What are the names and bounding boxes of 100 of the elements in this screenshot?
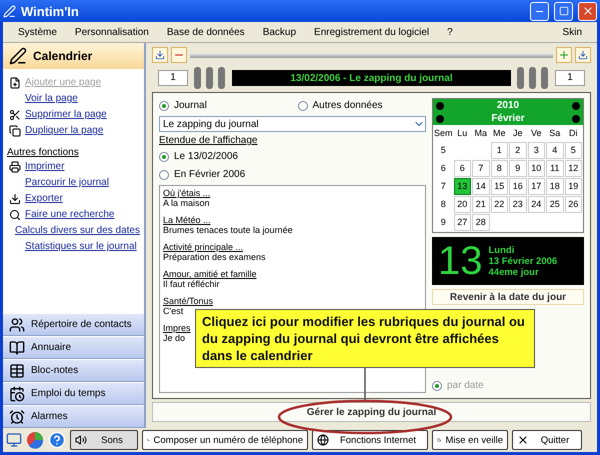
sidebar-link[interactable]: Exporter [25,193,63,204]
taskbar-button[interactable]: Mise en veille [432,430,508,450]
sidebar-link[interactable]: Supprimer la page [25,109,107,120]
calendar-day[interactable]: 5 [564,142,582,159]
menu-item[interactable]: ? [438,26,462,38]
manage-button[interactable]: Gérer le zapping du journal [152,402,591,422]
calendar-day[interactable]: 11 [546,160,564,177]
sidebar-link[interactable]: Dupliquer la page [25,125,104,136]
entry-heading: Où j'étais ... [163,188,210,198]
radio-option[interactable]: En Février 2006 [159,167,426,182]
nav-button[interactable]: Alarmes [3,405,144,428]
nav-icon [9,386,25,402]
entry-text: Il faut réfléchir [163,279,220,289]
week-number: 8 [440,198,447,211]
week-number: 5 [440,144,447,157]
calendar-day[interactable]: 15 [490,178,508,195]
link-icon [8,124,20,136]
pen-icon [9,47,27,65]
weekday: Lundi [488,244,516,256]
link-icon [8,108,20,120]
weekday-header: Sem [434,127,453,140]
link-icon [8,76,20,88]
page-number: 1 [158,70,188,86]
link-icon [8,160,20,172]
speaker-icon [75,434,87,446]
calendar-day[interactable]: 16 [509,178,526,195]
calendar-day[interactable]: 24 [528,196,545,213]
calendar-day[interactable]: 14 [472,178,490,195]
binder-rings-drawing [192,67,228,89]
entry-text: Brumes tenaces toute la journée [163,225,293,235]
refresh-button[interactable] [575,47,591,63]
calendar-day[interactable]: 2 [509,142,526,159]
sidebar-title: Calendrier [33,49,92,63]
maximize-button[interactable] [554,2,573,20]
sidebar-link[interactable]: Voir la page [25,93,78,104]
calendar-day[interactable]: 22 [490,196,508,213]
sidebar-link[interactable]: Calculs divers sur des dates [14,225,140,236]
calendar-day[interactable]: 17 [528,178,545,195]
calendar-day[interactable]: 6 [454,160,471,177]
calendar-day[interactable]: 23 [509,196,526,213]
calendar-day[interactable]: 25 [546,196,564,213]
minimize-button[interactable] [530,2,549,20]
app-icon [3,4,16,18]
remove-button[interactable] [171,47,187,63]
close-icon [582,5,594,17]
today-button[interactable]: Revenir à la date du jour [432,289,584,305]
calendar-day[interactable]: 28 [472,214,490,231]
page-number: 1 [555,70,585,86]
menu-item[interactable]: Enregistrement du logiciel [305,26,438,38]
calendar-day[interactable]: 18 [546,178,564,195]
nav-button[interactable]: Emploi du temps [3,382,144,405]
entry-heading: Amour, amitié et famille [163,269,257,279]
calendar-day[interactable]: 7 [472,160,490,177]
nav-button[interactable]: Bloc-notes [3,359,144,382]
entry-heading: La Météo ... [163,215,211,225]
weekday-header: Ma [473,127,488,140]
radio-option[interactable]: Autres données [298,98,426,113]
weekday-header: Di [568,127,578,140]
sidebar-link[interactable]: Statistiques sur le journal [25,241,137,252]
menu-item[interactable]: Base de données [158,26,254,38]
menu-item[interactable]: Skin [554,26,591,38]
calendar-day[interactable]: 26 [564,196,582,213]
taskbar-button[interactable]: Fonctions Internet [312,430,428,450]
sound-button[interactable]: Sons [70,430,138,450]
dropdown[interactable]: Le zapping du journal [159,116,426,132]
calendar-day[interactable]: 10 [528,160,545,177]
link-icon [8,192,20,204]
nav-icon [9,362,25,378]
day-number: 13 [438,241,482,281]
calendar-day[interactable]: 19 [564,178,582,195]
calendar-day[interactable]: 21 [472,196,490,213]
sidebar-link[interactable]: Faire une recherche [25,209,114,220]
radio-option[interactable]: Journal [159,98,288,113]
menu-item[interactable]: Backup [254,26,306,38]
sidebar-link[interactable]: Imprimer [25,161,64,172]
entry-text: Je do [163,333,186,343]
calendar-day[interactable]: 27 [454,214,471,231]
monitor-icon[interactable] [6,432,22,448]
calendar-day[interactable]: 12 [564,160,582,177]
calendar-day[interactable]: 20 [454,196,471,213]
nav-button[interactable]: Répertoire de contacts [3,313,144,336]
sidebar-link[interactable]: Parcourir le journal [25,177,109,188]
add-button[interactable] [556,47,572,63]
taskbar-button[interactable]: Quitter [512,430,582,450]
calendar-day[interactable]: 9 [509,160,526,177]
calendar-day[interactable]: 1 [490,142,508,159]
calendar-day[interactable]: 8 [490,160,508,177]
nav-button[interactable]: Annuaire [3,336,144,359]
taskbar-button[interactable]: Composer un numéro de téléphone [142,430,308,450]
calendar-day[interactable]: 4 [546,142,564,159]
menu-item[interactable]: Système [9,26,66,38]
menu-item[interactable]: Personnalisation [66,26,158,38]
calendar-day[interactable]: 3 [528,142,545,159]
refresh-button[interactable] [152,47,168,63]
help-icon[interactable] [48,431,66,449]
radio-option[interactable]: Le 13/02/2006 [159,149,426,164]
color-wheel-icon[interactable] [26,431,44,449]
calendar-day[interactable]: 13 [454,178,471,195]
close-button[interactable] [578,2,597,20]
weekday-header: Me [492,127,506,140]
